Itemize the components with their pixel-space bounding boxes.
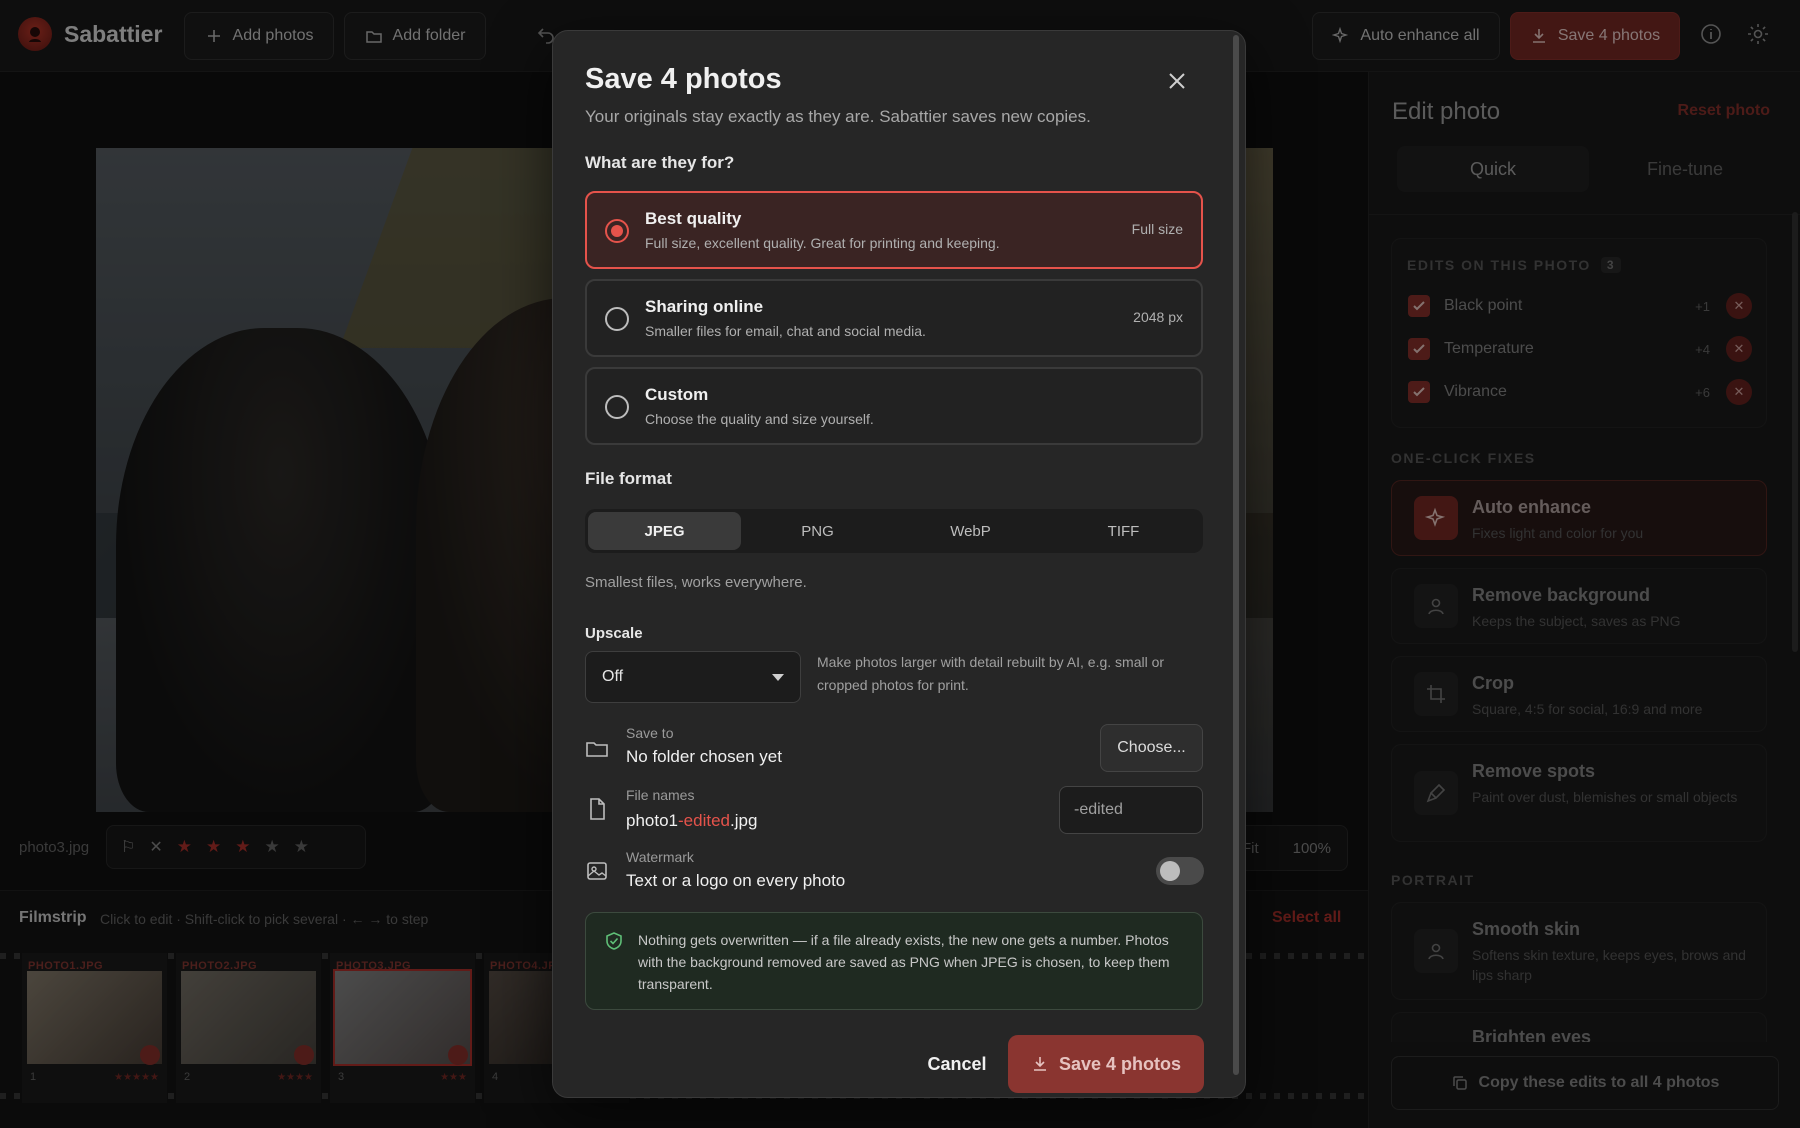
cancel-button[interactable]: Cancel bbox=[907, 1049, 1007, 1079]
format-tiff[interactable]: TIFF bbox=[1047, 512, 1200, 550]
radio[interactable] bbox=[605, 395, 629, 419]
folder-icon bbox=[586, 742, 608, 757]
format-webp[interactable]: WebP bbox=[894, 512, 1047, 550]
save-to-value: No folder chosen yet bbox=[626, 747, 782, 766]
file-name-suffix: -edited bbox=[678, 811, 730, 830]
format-hint: Smallest files, works everywhere. bbox=[585, 574, 807, 591]
watermark-toggle[interactable] bbox=[1156, 857, 1204, 885]
option-size: Full size bbox=[1131, 221, 1183, 237]
shield-check-icon bbox=[606, 932, 622, 950]
upscale-hint: Make photos larger with detail rebuilt b… bbox=[817, 654, 1165, 693]
suffix-input[interactable] bbox=[1059, 786, 1203, 834]
save-button-label: Save 4 photos bbox=[1058, 1053, 1182, 1074]
file-icon bbox=[590, 798, 605, 820]
option-sharing-online[interactable]: Sharing online Smaller files for email, … bbox=[585, 279, 1203, 357]
choose-folder-button[interactable]: Choose... bbox=[1100, 724, 1203, 772]
file-name-preview: photo1-edited.jpg bbox=[626, 811, 757, 831]
file-name-base: photo1 bbox=[626, 811, 678, 830]
dialog-subtitle: Your originals stay exactly as they are.… bbox=[585, 107, 1091, 126]
format-png[interactable]: PNG bbox=[741, 512, 894, 550]
option-desc: Smaller files for email, chat and social… bbox=[645, 323, 926, 339]
option-best-quality[interactable]: Best quality Full size, excellent qualit… bbox=[585, 191, 1203, 269]
option-title: Custom bbox=[645, 385, 709, 404]
upscale-label: Upscale bbox=[585, 625, 643, 642]
dialog-title: Save 4 photos bbox=[585, 63, 782, 95]
dialog-scrollbar[interactable] bbox=[1233, 35, 1239, 1075]
radio-selected[interactable] bbox=[605, 219, 629, 243]
format-selector: JPEG PNG WebP TIFF bbox=[585, 509, 1203, 553]
option-custom[interactable]: Custom Choose the quality and size yours… bbox=[585, 367, 1203, 445]
file-name-ext: .jpg bbox=[729, 811, 758, 830]
option-size: 2048 px bbox=[1133, 309, 1183, 325]
upscale-select[interactable]: Off bbox=[585, 651, 801, 703]
info-callout: Nothing gets overwritten — if a file alr… bbox=[585, 912, 1203, 1010]
format-jpeg[interactable]: JPEG bbox=[588, 512, 741, 550]
upscale-value: Off bbox=[602, 668, 624, 685]
option-title: Best quality bbox=[645, 209, 742, 228]
option-title: Sharing online bbox=[645, 297, 764, 316]
option-desc: Choose the quality and size yourself. bbox=[645, 411, 874, 427]
chevron-down-icon bbox=[772, 673, 784, 681]
option-desc: Full size, excellent quality. Great for … bbox=[645, 235, 1000, 251]
save-to-label: Save to bbox=[626, 725, 674, 741]
watermark-label: Watermark bbox=[626, 849, 694, 865]
purpose-heading: What are they for? bbox=[585, 153, 735, 172]
save-button[interactable]: Save 4 photos bbox=[1008, 1035, 1204, 1093]
format-heading: File format bbox=[585, 469, 672, 488]
watermark-value: Text or a logo on every photo bbox=[626, 871, 846, 890]
save-dialog: Save 4 photos Your originals stay exactl… bbox=[552, 30, 1246, 1098]
image-icon bbox=[587, 862, 607, 880]
download-icon bbox=[1033, 1057, 1046, 1071]
info-text: Nothing gets overwritten — if a file alr… bbox=[638, 932, 1170, 992]
file-names-label: File names bbox=[626, 787, 695, 803]
close-icon[interactable] bbox=[1163, 67, 1191, 95]
radio[interactable] bbox=[605, 307, 629, 331]
